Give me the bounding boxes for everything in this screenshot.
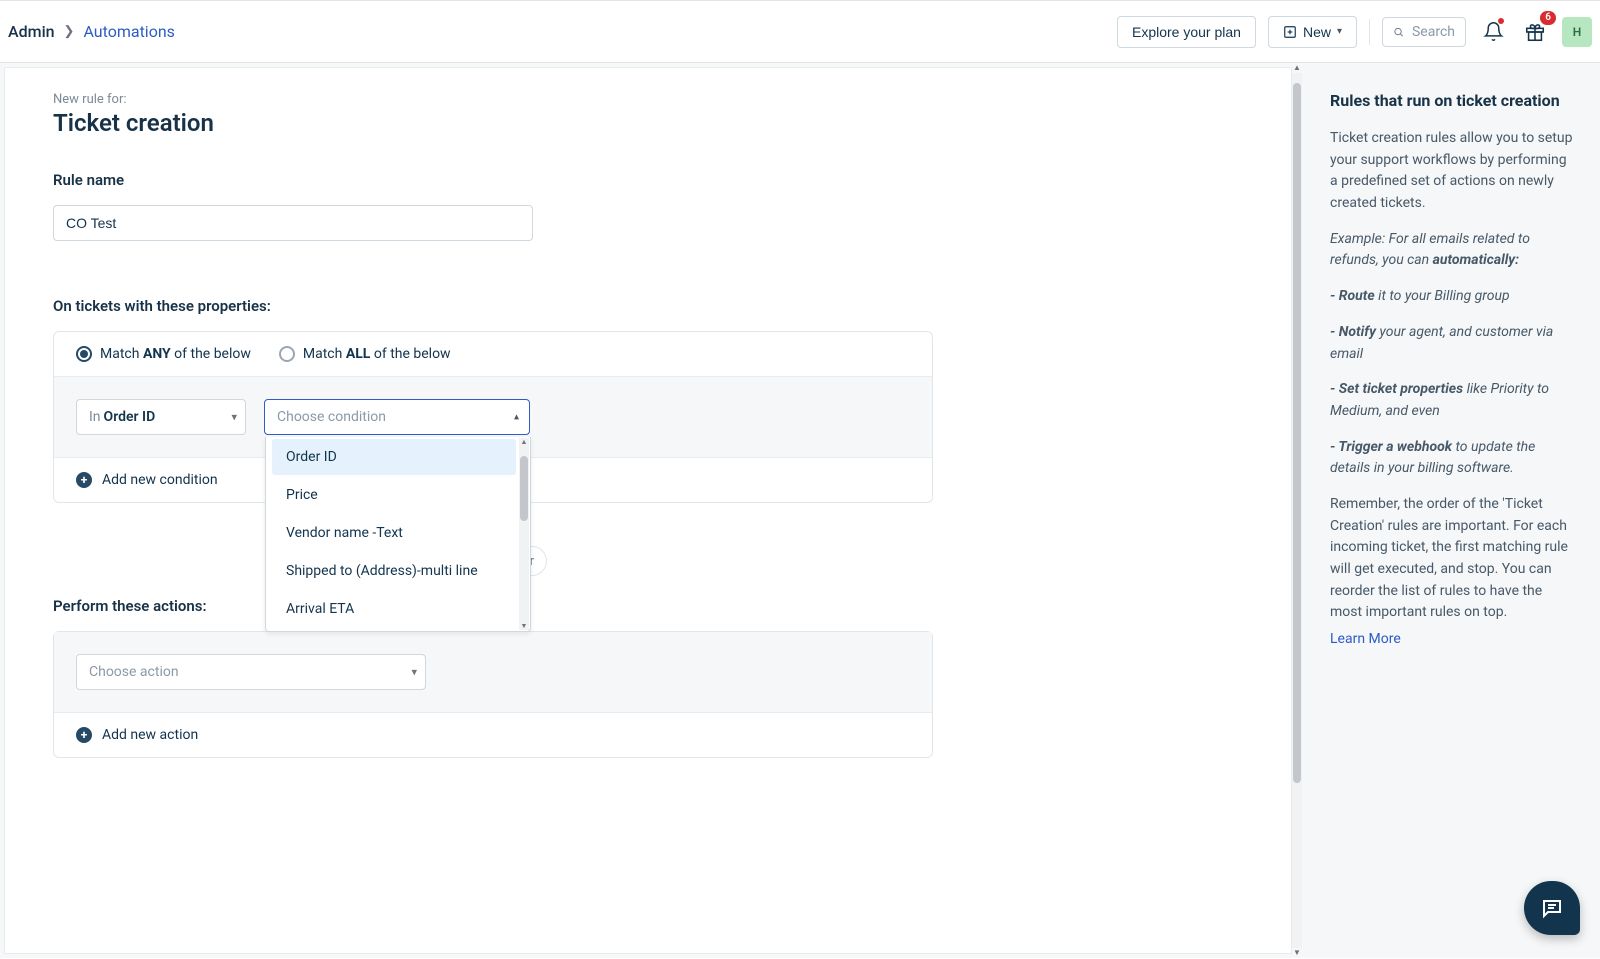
bell-icon <box>1483 21 1504 42</box>
help-sidebar: Rules that run on ticket creation Ticket… <box>1302 63 1600 958</box>
top-header: Admin ❯ Automations Explore your plan Ne… <box>0 0 1600 63</box>
field-value: Order ID <box>104 409 156 425</box>
sidebar-bullet-route: - Route it to your Billing group <box>1330 286 1576 308</box>
dropdown-item-vendor-name[interactable]: Vendor name -Text <box>272 515 516 551</box>
chevron-right-icon: ❯ <box>64 24 75 39</box>
match-any-radio[interactable]: Match ANY of the below <box>76 346 251 362</box>
radio-checked-icon <box>76 346 92 362</box>
sidebar-bullet-trigger: - Trigger a webhook to update the detail… <box>1330 437 1576 480</box>
dropdown-item-price[interactable]: Price <box>272 477 516 513</box>
scroll-track[interactable] <box>1292 73 1302 948</box>
condition-select[interactable]: Choose condition ▴ <box>264 399 530 435</box>
header-divider <box>1369 19 1370 45</box>
dropdown-scrollbar[interactable]: ▲ ▼ <box>519 438 529 630</box>
new-label: New <box>1303 24 1331 40</box>
notifications-button[interactable] <box>1478 17 1508 47</box>
main-panel: New rule for: Ticket creation Rule name … <box>4 67 1292 954</box>
radio-unchecked-icon <box>279 346 295 362</box>
avatar-letter: H <box>1573 25 1582 39</box>
match-any-text: Match ANY of the below <box>100 346 251 362</box>
condition-row: In Order ID ▾ Choose condition ▴ Order I… <box>54 376 932 457</box>
dropdown-item-order-id[interactable]: Order ID <box>272 439 516 475</box>
add-condition-label: Add new condition <box>102 472 218 488</box>
breadcrumb-admin[interactable]: Admin <box>8 22 55 41</box>
chevron-up-icon: ▴ <box>514 412 519 423</box>
chat-fab[interactable] <box>1524 881 1580 935</box>
match-row: Match ANY of the below Match ALL of the … <box>54 332 932 376</box>
match-all-radio[interactable]: Match ALL of the below <box>279 346 451 362</box>
conditions-box: Match ANY of the below Match ALL of the … <box>53 331 933 503</box>
top-right-controls: Explore your plan New ▾ Search 6 H <box>1117 16 1592 48</box>
rule-name-label: Rule name <box>53 171 1243 189</box>
plus-circle-icon: + <box>76 727 92 743</box>
scroll-up-icon: ▲ <box>1293 63 1301 73</box>
actions-section-label: Perform these actions: <box>53 597 1243 615</box>
condition-dropdown: Order ID Price Vendor name -Text Shipped… <box>265 437 531 632</box>
plus-square-icon <box>1283 25 1297 39</box>
rule-name-input[interactable] <box>53 205 533 241</box>
sidebar-example: Example: For all emails related to refun… <box>1330 229 1576 272</box>
chevron-down-icon: ▾ <box>411 666 417 679</box>
dropdown-item-shipped-to[interactable]: Shipped to (Address)-multi line <box>272 553 516 589</box>
sidebar-bullet-setprops: - Set ticket properties like Priority to… <box>1330 379 1576 422</box>
chevron-down-icon: ▾ <box>231 411 237 424</box>
field-select[interactable]: In Order ID ▾ <box>76 399 246 435</box>
scroll-down-icon: ▼ <box>521 622 528 630</box>
add-action-button[interactable]: + Add new action <box>54 712 932 757</box>
learn-more-link[interactable]: Learn More <box>1330 631 1401 647</box>
scroll-down-icon: ▼ <box>1293 948 1301 958</box>
new-button[interactable]: New ▾ <box>1268 16 1357 48</box>
scroll-up-icon: ▲ <box>521 438 528 446</box>
search-icon <box>1393 25 1404 39</box>
dropdown-scroll-thumb[interactable] <box>520 456 528 521</box>
new-rule-superscript: New rule for: <box>53 92 1243 107</box>
breadcrumb: Admin ❯ Automations <box>8 22 175 41</box>
chat-icon <box>1540 896 1564 920</box>
action-row: Choose action ▾ <box>54 632 932 712</box>
action-placeholder: Choose action <box>89 664 179 680</box>
page-title: Ticket creation <box>53 109 1243 137</box>
properties-section-label: On tickets with these properties: <box>53 297 1243 315</box>
sidebar-title: Rules that run on ticket creation <box>1330 91 1576 110</box>
breadcrumb-automations[interactable]: Automations <box>83 22 174 41</box>
condition-placeholder: Choose condition <box>277 409 386 425</box>
search-input[interactable]: Search <box>1382 17 1466 47</box>
gifts-button[interactable]: 6 <box>1520 17 1550 47</box>
plus-circle-icon: + <box>76 472 92 488</box>
chevron-down-icon: ▾ <box>1337 26 1342 37</box>
body-wrap: New rule for: Ticket creation Rule name … <box>0 63 1600 958</box>
sidebar-order-note: Remember, the order of the 'Ticket Creat… <box>1330 494 1576 624</box>
gift-badge: 6 <box>1540 11 1556 25</box>
match-all-text: Match ALL of the below <box>303 346 451 362</box>
sidebar-intro: Ticket creation rules allow you to setup… <box>1330 128 1576 215</box>
avatar[interactable]: H <box>1562 17 1592 47</box>
dropdown-item-arrival-eta[interactable]: Arrival ETA <box>272 591 516 627</box>
explore-plan-button[interactable]: Explore your plan <box>1117 16 1256 48</box>
explore-plan-label: Explore your plan <box>1132 24 1241 40</box>
scroll-thumb[interactable] <box>1293 83 1301 783</box>
add-action-label: Add new action <box>102 727 198 743</box>
notification-dot <box>1498 18 1504 24</box>
main-scrollbar[interactable]: ▲ ▼ <box>1292 63 1302 958</box>
actions-box: Choose action ▾ + Add new action <box>53 631 933 758</box>
sidebar-bullet-notify: - Notify your agent, and customer via em… <box>1330 322 1576 365</box>
in-prefix: In <box>89 409 101 425</box>
search-placeholder-text: Search <box>1412 24 1455 40</box>
action-select[interactable]: Choose action ▾ <box>76 654 426 690</box>
